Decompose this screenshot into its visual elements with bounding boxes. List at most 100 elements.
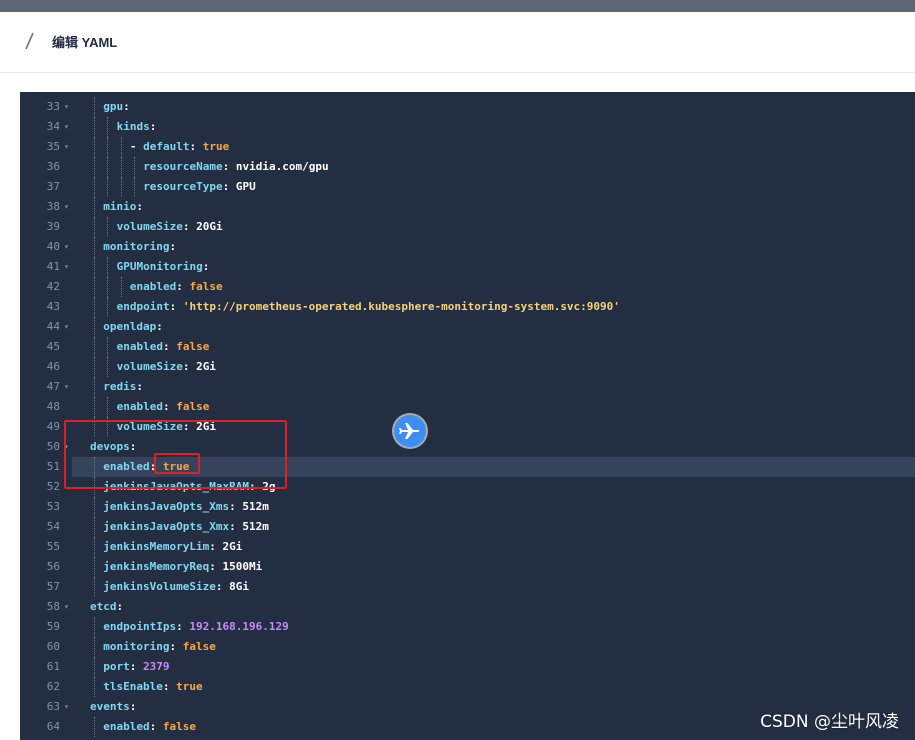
line-number: 61 [46,660,60,673]
line-number: 58 [46,600,60,613]
fold-toggle-icon[interactable]: ▾ [64,377,69,397]
yaml-key: minio [103,200,137,213]
fold-toggle-icon[interactable]: ▾ [64,317,69,337]
code-line[interactable]: 38 ▾ minio: [20,197,915,217]
indent-guide [107,177,109,197]
yaml-key: etcd [90,600,117,613]
code-text: kinds: [117,117,157,137]
yaml-text: 8Gi [229,580,250,593]
code-line[interactable]: 34 ▾ kinds: [20,117,915,137]
code-line[interactable]: 40 ▾ monitoring: [20,237,915,257]
yaml-text: : [222,180,236,193]
yaml-text: 2Gi [196,360,216,373]
fold-toggle-icon[interactable]: ▾ [64,257,69,277]
indent-guide [94,617,95,637]
yaml-text: 512m [242,520,269,533]
yaml-text: : [209,540,223,553]
code-text: jenkinsMemoryReq: 1500Mi [103,557,262,577]
code-text: resourceName: nvidia.com/gpu [143,157,328,177]
fold-toggle-icon[interactable]: ▾ [64,137,69,157]
code-line[interactable]: 44 ▾ openldap: [20,317,915,337]
indent-guide [94,717,95,737]
yaml-text: : [229,520,243,533]
fold-toggle-icon[interactable]: ▾ [64,697,69,717]
code-text: monitoring: false [103,637,216,657]
code-line[interactable]: 45 enabled: false [20,337,915,357]
yaml-text: : [123,100,130,113]
yaml-text: : [136,380,144,393]
indent-guide [107,297,109,317]
code-line[interactable]: 47 ▾ redis: [20,377,915,397]
indent-guide [107,137,109,157]
yaml-text: : [176,620,190,633]
code-line[interactable]: 37 resourceType: GPU [20,177,915,197]
yaml-key: jenkinsMemoryReq [103,560,210,573]
code-line[interactable]: 61 port: 2379 [20,657,915,677]
code-line[interactable]: 59 endpointIps: 192.168.196.129 [20,617,915,637]
code-line[interactable]: 39 volumeSize: 20Gi [20,217,915,237]
yaml-key: kinds [116,120,150,133]
yaml-key: jenkinsVolumeSize [103,580,216,593]
yaml-key: enabled [116,340,163,353]
code-line[interactable]: 43 endpoint: 'http://prometheus-operated.… [20,297,915,317]
code-line[interactable]: 36 resourceName: nvidia.com/gpu [20,157,915,177]
yaml-text: : [189,140,203,153]
yaml-text: : [162,340,177,353]
yaml-value: false [162,720,197,733]
yaml-text: : [162,400,177,413]
indent-guide [133,157,135,177]
yaml-key: enabled [129,280,177,293]
yaml-text: : [169,300,183,313]
code-line[interactable]: 60 monitoring: false [20,637,915,657]
code-text: gpu: [103,97,130,117]
fold-toggle-icon[interactable]: ▾ [64,597,69,617]
line-number: 43 [46,300,60,313]
code-line[interactable]: 46 volumeSize: 2Gi [20,357,915,377]
code-line[interactable]: 56 jenkinsMemoryReq: 1500Mi [20,557,915,577]
yaml-text: : [129,660,144,673]
indent-guide [94,317,95,337]
code-line[interactable]: 62 tlsEnable: true [20,677,915,697]
yaml-text: 20Gi [196,220,223,233]
code-line[interactable]: 54 jenkinsJavaOpts_Xmx: 512m [20,517,915,537]
code-line[interactable]: 42 enabled: false [20,277,915,297]
indent-guide [120,137,122,157]
code-text: jenkinsJavaOpts_Xms: 512m [103,497,269,517]
yaml-key: openldap [103,320,157,333]
yaml-text: : [182,360,197,373]
yaml-value: false [182,640,216,653]
code-line[interactable]: 53 jenkinsJavaOpts_Xms: 512m [20,497,915,517]
line-number: 64 [46,720,60,733]
floating-action-button[interactable] [394,415,426,447]
indent-guide [107,337,109,357]
indent-guide [107,217,109,237]
fold-toggle-icon[interactable]: ▾ [64,197,69,217]
code-text: jenkinsMemoryLim: 2Gi [103,537,242,557]
yaml-code-editor[interactable]: 33 ▾ gpu: 34 ▾ kinds: 35 ▾ - default: true 36 reso… [20,92,915,740]
code-line[interactable]: 35 ▾ - default: true [20,137,915,157]
indent-guide [94,677,95,697]
indent-guide [107,117,109,137]
code-text: enabled: false [130,277,223,297]
code-line[interactable]: 33 ▾ gpu: [20,97,915,117]
yaml-key: enabled [103,720,150,733]
indent-guide [94,397,95,417]
yaml-text: : [215,580,230,593]
fold-toggle-icon[interactable]: ▾ [64,237,69,257]
indent-guide [94,197,95,217]
code-line[interactable]: 58 ▾ etcd: [20,597,915,617]
fold-toggle-icon[interactable]: ▾ [64,97,69,117]
line-number: 37 [46,180,60,193]
yaml-text: - [129,140,144,153]
code-line[interactable]: 48 enabled: false [20,397,915,417]
code-line[interactable]: 55 jenkinsMemoryLim: 2Gi [20,537,915,557]
yaml-key: volumeSize [116,360,183,373]
yaml-key: default [143,140,190,153]
fold-toggle-icon[interactable]: ▾ [64,117,69,137]
dialog-title: 编辑 YAML [52,35,118,50]
yaml-text: : [176,280,190,293]
code-line[interactable]: 41 ▾ GPUMonitoring: [20,257,915,277]
indent-guide [94,577,95,597]
code-line[interactable]: 57 jenkinsVolumeSize: 8Gi [20,577,915,597]
yaml-key: port [103,660,130,673]
